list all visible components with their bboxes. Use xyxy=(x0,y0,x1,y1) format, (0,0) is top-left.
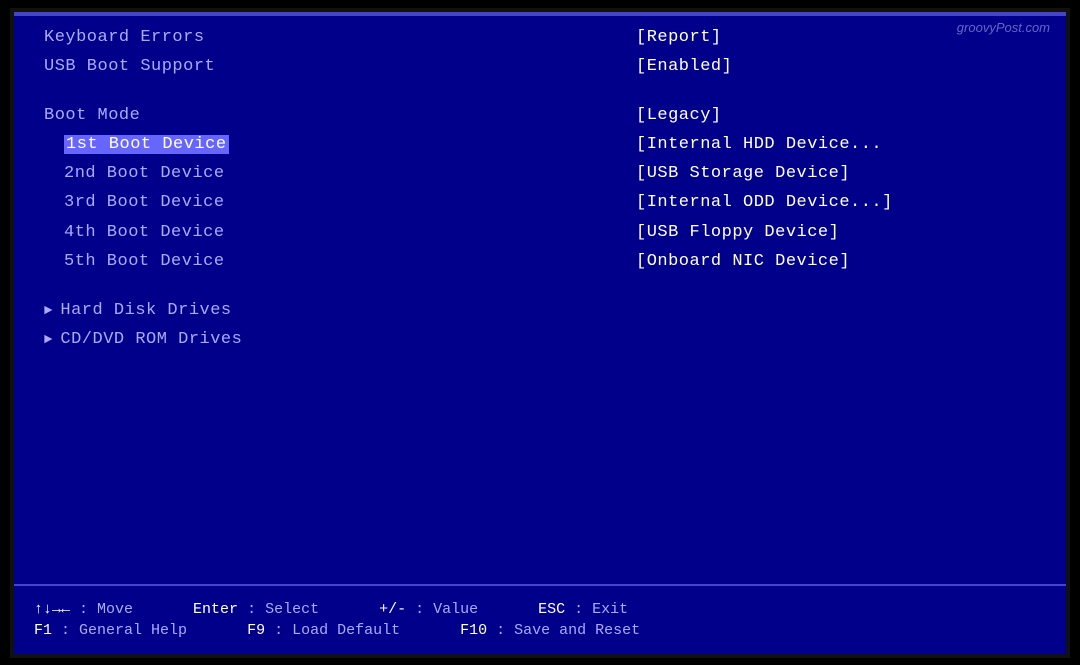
key-value: +/- xyxy=(379,601,406,618)
key-f9: F9 xyxy=(247,622,265,639)
keyboard-errors-row: Keyboard Errors [Report] xyxy=(44,24,1036,51)
desc-f1: : General Help xyxy=(61,622,187,639)
desc-f9: : Load Default xyxy=(274,622,400,639)
shortcut-f1: F1 : General Help xyxy=(34,622,187,639)
key-enter: Enter xyxy=(193,601,238,618)
top-border xyxy=(14,12,1066,16)
boot-device-2-label[interactable]: 2nd Boot Device xyxy=(64,164,225,183)
bottom-row-2: F1 : General Help F9 : Load Default F10 … xyxy=(34,622,1046,639)
shortcut-move: ↑↓→← : Move xyxy=(34,601,133,618)
cdvdrom-drives-item[interactable]: ► CD/DVD ROM Drives xyxy=(44,326,616,353)
boot-device-2-row[interactable]: 2nd Boot Device [USB Storage Device] xyxy=(44,160,1036,187)
boot-device-5-row[interactable]: 5th Boot Device [Onboard NIC Device] xyxy=(44,248,1036,275)
gap1 xyxy=(44,82,1036,102)
desc-value: : Value xyxy=(415,601,478,618)
boot-device-4-label[interactable]: 4th Boot Device xyxy=(64,223,225,242)
key-f10: F10 xyxy=(460,622,487,639)
main-content: Keyboard Errors [Report] USB Boot Suppor… xyxy=(14,12,1066,654)
hard-disk-drives-row[interactable]: ► Hard Disk Drives xyxy=(44,297,1036,324)
shortcut-f10: F10 : Save and Reset xyxy=(460,622,640,639)
boot-device-1-row[interactable]: 1st Boot Device [Internal HDD Device... xyxy=(44,131,1036,158)
bottom-bar: ↑↓→← : Move Enter : Select +/- : Value E… xyxy=(14,584,1066,654)
boot-device-3-row[interactable]: 3rd Boot Device [Internal ODD Device...] xyxy=(44,189,1036,216)
desc-f10: : Save and Reset xyxy=(496,622,640,639)
boot-device-3-label[interactable]: 3rd Boot Device xyxy=(64,193,225,212)
boot-device-4-row[interactable]: 4th Boot Device [USB Floppy Device] xyxy=(44,219,1036,246)
hard-disk-drives-label[interactable]: Hard Disk Drives xyxy=(60,297,231,324)
desc-enter: : Select xyxy=(247,601,319,618)
boot-device-3-value: [Internal ODD Device...] xyxy=(636,193,933,212)
boot-device-5-value: [Onboard NIC Device] xyxy=(636,252,890,271)
boot-device-1-value: [Internal HDD Device... xyxy=(636,135,922,154)
desc-esc: : Exit xyxy=(574,601,628,618)
monitor-frame: groovyPost.com Keyboard Errors [Report] … xyxy=(10,8,1070,658)
keyboard-errors-label: Keyboard Errors xyxy=(44,28,205,47)
bios-screen: groovyPost.com Keyboard Errors [Report] … xyxy=(14,12,1066,654)
watermark-text: groovyPost.com xyxy=(957,20,1050,35)
shortcut-enter: Enter : Select xyxy=(193,601,319,618)
key-f1: F1 xyxy=(34,622,52,639)
key-move: ↑↓→← xyxy=(34,601,70,618)
boot-mode-value: [Legacy] xyxy=(636,106,762,125)
usb-boot-support-value: [Enabled] xyxy=(636,57,772,76)
boot-device-4-value: [USB Floppy Device] xyxy=(636,223,879,242)
arrow-icon-cdvd: ► xyxy=(44,332,52,348)
gap2 xyxy=(44,277,1036,297)
desc-move: : Move xyxy=(79,601,133,618)
boot-mode-label: Boot Mode xyxy=(44,106,140,125)
arrow-icon-hdd: ► xyxy=(44,303,52,319)
cdvdrom-drives-row[interactable]: ► CD/DVD ROM Drives xyxy=(44,326,1036,353)
usb-boot-support-row: USB Boot Support [Enabled] xyxy=(44,53,1036,80)
shortcut-esc: ESC : Exit xyxy=(538,601,628,618)
keyboard-errors-value: [Report] xyxy=(636,28,762,47)
hard-disk-drives-item[interactable]: ► Hard Disk Drives xyxy=(44,297,616,324)
bottom-row-1: ↑↓→← : Move Enter : Select +/- : Value E… xyxy=(34,601,1046,618)
boot-device-2-value: [USB Storage Device] xyxy=(636,164,890,183)
cdvdrom-drives-label[interactable]: CD/DVD ROM Drives xyxy=(60,326,242,353)
boot-device-5-label[interactable]: 5th Boot Device xyxy=(64,252,225,271)
shortcut-f9: F9 : Load Default xyxy=(247,622,400,639)
key-esc: ESC xyxy=(538,601,565,618)
boot-mode-row: Boot Mode [Legacy] xyxy=(44,102,1036,129)
boot-device-1-label[interactable]: 1st Boot Device xyxy=(64,135,229,154)
usb-boot-support-label: USB Boot Support xyxy=(44,57,215,76)
shortcut-value: +/- : Value xyxy=(379,601,478,618)
